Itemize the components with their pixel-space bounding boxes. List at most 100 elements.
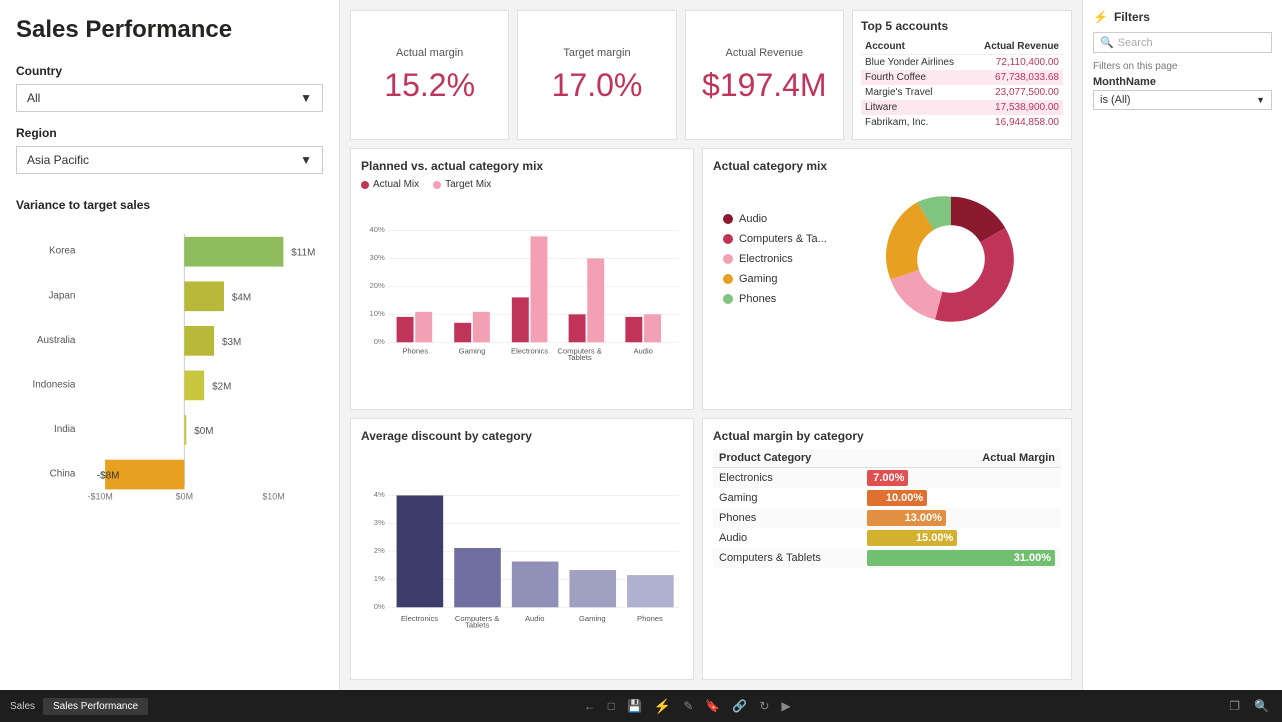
search-taskbar-icon[interactable]: 🔍 bbox=[1251, 697, 1272, 715]
svg-text:Phones: Phones bbox=[402, 346, 428, 355]
val-korea: $11M bbox=[291, 248, 315, 259]
top5-table: Account Actual Revenue Blue Yonder Airli… bbox=[861, 39, 1063, 130]
nav-link-icon[interactable]: 🔗 bbox=[729, 697, 750, 715]
nav-refresh-icon[interactable]: ↻ bbox=[756, 697, 772, 715]
filters-header: ⚡ Filters bbox=[1093, 10, 1272, 24]
legend-actual-mix-label: Actual Mix bbox=[373, 179, 419, 190]
margin-bar: 7.00% bbox=[867, 470, 908, 486]
bar-audio-actual bbox=[625, 317, 642, 342]
nav-save-icon[interactable]: 💾 bbox=[624, 697, 645, 715]
margin-row: Phones13.00% bbox=[713, 508, 1061, 528]
right-panel: Actual margin 15.2% Target margin 17.0% … bbox=[340, 0, 1082, 690]
variance-section: Variance to target sales Korea Japan Aus… bbox=[16, 194, 323, 514]
bar-korea bbox=[184, 237, 283, 267]
donut-svg bbox=[841, 179, 1061, 339]
bar-phones-actual bbox=[397, 317, 414, 342]
filters-panel: ⚡ Filters 🔍 Search Filters on this page … bbox=[1082, 0, 1282, 690]
top5-card: Top 5 accounts Account Actual Revenue Bl… bbox=[852, 10, 1072, 140]
avg-discount-card: Average discount by category 4% 3% 2% 1%… bbox=[350, 418, 694, 680]
legend-gaming-label: Gaming bbox=[739, 273, 778, 285]
nav-play-icon[interactable]: ▶ bbox=[778, 697, 793, 715]
kpi-actual-margin-value: 15.2% bbox=[384, 67, 475, 104]
y-label-india: India bbox=[54, 424, 76, 435]
svg-text:4%: 4% bbox=[374, 490, 385, 499]
legend-electronics: Electronics bbox=[723, 253, 827, 265]
region-select[interactable]: Asia Pacific ▼ bbox=[16, 146, 323, 174]
filter1-value: is (All) bbox=[1100, 94, 1131, 106]
bar-australia bbox=[184, 326, 214, 356]
country-select[interactable]: All ▼ bbox=[16, 84, 323, 112]
sidebar-title: Sales Performance bbox=[16, 16, 323, 44]
top5-row: Litware17,538,900.00 bbox=[861, 100, 1063, 115]
region-arrow: ▼ bbox=[300, 153, 312, 167]
planned-chart-card: Planned vs. actual category mix Actual M… bbox=[350, 148, 694, 410]
on-this-page-label: Filters on this page bbox=[1093, 61, 1272, 72]
bar-elec-discount bbox=[397, 495, 444, 607]
taskbar-left: Sales Sales Performance bbox=[10, 698, 148, 715]
top5-account: Blue Yonder Airlines bbox=[861, 55, 970, 71]
bar-audio-discount bbox=[512, 562, 559, 608]
kpi-target-margin-value: 17.0% bbox=[552, 67, 643, 104]
nav-back-icon[interactable]: ← bbox=[581, 697, 599, 715]
planned-chart-svg: 40% 30% 20% 10% 0% bbox=[361, 194, 683, 394]
bar-computers-actual bbox=[569, 314, 586, 342]
taskbar-right: ❐ 🔍 bbox=[1226, 697, 1272, 715]
svg-text:Electronics: Electronics bbox=[401, 614, 438, 623]
taskbar: Sales Sales Performance ← □ 💾 ⚡ ✎ 🔖 🔗 ↻ … bbox=[0, 690, 1282, 722]
margin-bar: 31.00% bbox=[867, 550, 1055, 566]
margin-bar: 10.00% bbox=[867, 490, 927, 506]
kpi-target-margin: Target margin 17.0% bbox=[517, 10, 676, 140]
val-china: -$8M bbox=[97, 471, 120, 482]
legend-audio: Audio bbox=[723, 213, 827, 225]
legend-target-mix-label: Target Mix bbox=[445, 179, 491, 190]
avg-discount-title: Average discount by category bbox=[361, 429, 683, 443]
y-label-indonesia: Indonesia bbox=[33, 379, 76, 390]
svg-text:40%: 40% bbox=[369, 225, 384, 234]
actual-mix-card: Actual category mix Audio Computers & Ta… bbox=[702, 148, 1072, 410]
margin-row: Gaming10.00% bbox=[713, 488, 1061, 508]
page-tab[interactable]: Sales Performance bbox=[43, 698, 148, 715]
margin-bar-cell: 10.00% bbox=[861, 488, 1061, 508]
nav-bookmark-icon[interactable]: 🔖 bbox=[702, 697, 723, 715]
val-japan: $4M bbox=[232, 292, 251, 303]
margin-col-value: Actual Margin bbox=[861, 449, 1061, 468]
svg-text:Gaming: Gaming bbox=[579, 614, 606, 623]
margin-bar: 13.00% bbox=[867, 510, 946, 526]
margin-bar: 15.00% bbox=[867, 530, 957, 546]
filter1-name: MonthName bbox=[1093, 76, 1272, 88]
main-content: Sales Performance Country All ▼ Region A… bbox=[0, 0, 1282, 690]
donut-container: Audio Computers & Ta... Electronics bbox=[713, 179, 1061, 339]
fullscreen-icon[interactable]: ❐ bbox=[1226, 697, 1243, 715]
nav-stop-icon[interactable]: □ bbox=[605, 697, 618, 715]
kpi-target-margin-label: Target margin bbox=[563, 47, 630, 59]
top5-revenue: 16,944,858.00 bbox=[970, 115, 1063, 130]
top5-revenue: 23,077,500.00 bbox=[970, 85, 1063, 100]
svg-text:Phones: Phones bbox=[637, 614, 663, 623]
margin-row: Audio15.00% bbox=[713, 528, 1061, 548]
bar-indonesia bbox=[184, 371, 204, 401]
avg-discount-svg: 4% 3% 2% 1% 0% Electronics bbox=[361, 449, 683, 669]
variance-chart: Korea Japan Australia Indonesia India Ch… bbox=[16, 224, 323, 514]
svg-text:0%: 0% bbox=[374, 337, 385, 346]
country-label: Country bbox=[16, 64, 323, 78]
svg-text:30%: 30% bbox=[369, 253, 384, 262]
filter1-dropdown[interactable]: is (All) ▼ bbox=[1093, 90, 1272, 110]
bar-india bbox=[184, 415, 186, 445]
kpi-actual-margin: Actual margin 15.2% bbox=[350, 10, 509, 140]
top5-col-revenue: Actual Revenue bbox=[970, 39, 1063, 55]
legend-computers-label: Computers & Ta... bbox=[739, 233, 827, 245]
filter1-arrow: ▼ bbox=[1256, 95, 1265, 105]
bar-phones-discount bbox=[627, 575, 674, 607]
svg-text:3%: 3% bbox=[374, 518, 385, 527]
margin-col-category: Product Category bbox=[713, 449, 861, 468]
variance-title: Variance to target sales bbox=[16, 194, 323, 216]
kpi-actual-revenue: Actual Revenue $197.4M bbox=[685, 10, 844, 140]
bar-comp-discount bbox=[454, 548, 501, 607]
region-label: Region bbox=[16, 126, 323, 140]
legend-phones: Phones bbox=[723, 293, 827, 305]
nav-pencil-icon[interactable]: ✎ bbox=[680, 697, 696, 715]
planned-chart-title: Planned vs. actual category mix bbox=[361, 159, 683, 173]
kpi-actual-revenue-value: $197.4M bbox=[702, 67, 827, 104]
top5-row: Fourth Coffee67,738,033.68 bbox=[861, 70, 1063, 85]
filter-search-box[interactable]: 🔍 Search bbox=[1093, 32, 1272, 53]
